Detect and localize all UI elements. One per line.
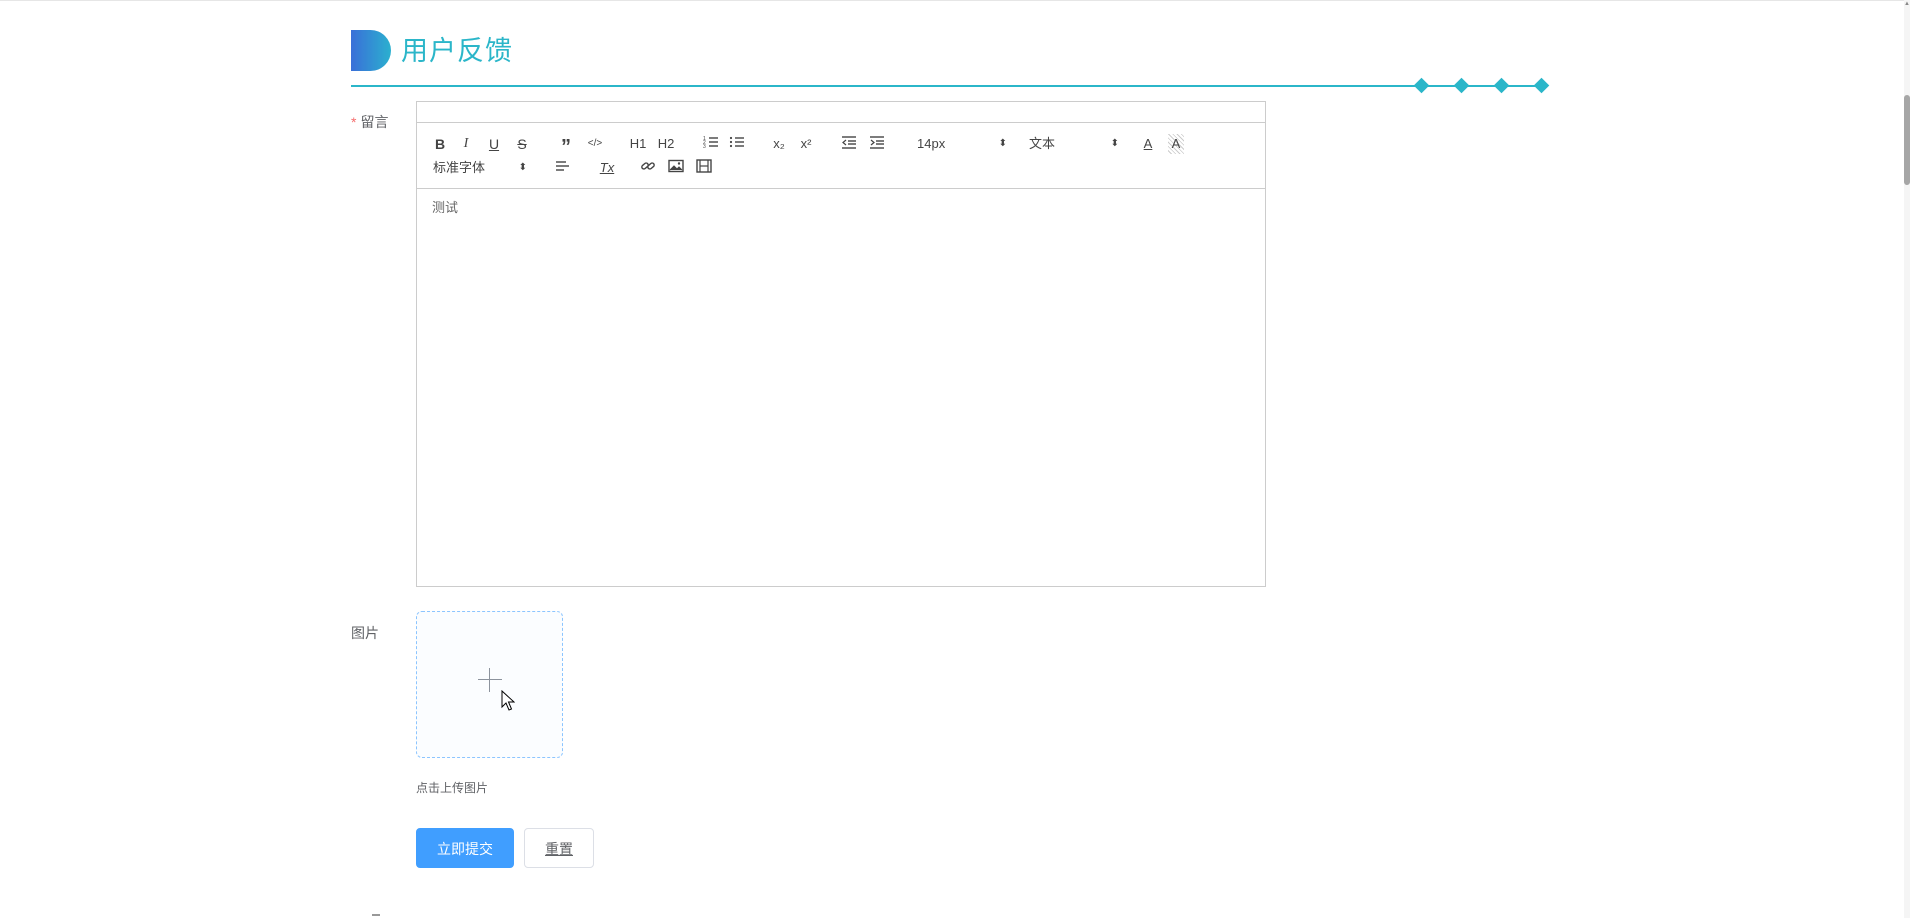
link-icon[interactable]	[639, 158, 657, 178]
background-color-button[interactable]: A	[1168, 134, 1184, 154]
image-label: 图片	[351, 625, 379, 641]
text-color-button[interactable]: A	[1140, 134, 1156, 154]
clean-format-button[interactable]: Tx	[597, 158, 617, 178]
mouse-cursor-icon	[501, 690, 515, 711]
plus-icon	[478, 679, 502, 680]
code-button[interactable]: </>	[586, 134, 604, 154]
image-icon[interactable]	[667, 158, 685, 178]
font-picker-value: 标准字体	[433, 160, 486, 175]
font-picker[interactable]: 标准字体 ⬍	[433, 158, 527, 178]
header1-button[interactable]: H1	[628, 134, 648, 154]
header-picker-value: 文本	[1029, 136, 1056, 151]
required-mark: *	[351, 114, 357, 130]
blockquote-button[interactable]: ”	[558, 134, 574, 158]
bottom-mark	[372, 914, 380, 916]
list-bullet-icon[interactable]	[728, 134, 746, 154]
list-ordered-icon[interactable]: 123	[702, 134, 720, 154]
superscript-button[interactable]: x²	[797, 134, 815, 154]
plus-icon-vertical	[489, 668, 490, 692]
size-picker-value: 14px	[917, 136, 946, 151]
header-picker[interactable]: 文本 ⬍	[1029, 134, 1119, 154]
image-upload[interactable]	[416, 611, 563, 758]
strike-button[interactable]: S	[515, 134, 529, 154]
reset-button[interactable]: 重置	[524, 828, 594, 868]
diamond-icon	[1413, 77, 1430, 94]
editor-toolbar: B I U S ” </> H1 H2 123 x₂ x² 14px ⬍ 文本 …	[417, 123, 1265, 189]
diamond-icon	[1453, 77, 1470, 94]
top-border	[0, 0, 1910, 1]
page-title: 用户反馈	[401, 36, 513, 66]
submit-button[interactable]: 立即提交	[416, 828, 514, 868]
logo-icon	[351, 30, 391, 71]
video-icon[interactable]	[695, 158, 713, 178]
scrollbar-thumb[interactable]	[1904, 95, 1910, 185]
align-icon[interactable]	[554, 158, 572, 178]
sort-arrows-icon: ⬍	[998, 138, 1007, 149]
underline-button[interactable]: U	[487, 134, 501, 154]
outdent-icon[interactable]	[840, 134, 858, 154]
editor-content[interactable]: 测试	[432, 197, 458, 216]
diamond-icon	[1533, 77, 1550, 94]
message-label: * 留言	[351, 112, 388, 132]
header2-button[interactable]: H2	[656, 134, 676, 154]
rich-text-editor: B I U S ” </> H1 H2 123 x₂ x² 14px ⬍ 文本 …	[416, 101, 1266, 587]
sort-arrows-icon: ⬍	[518, 162, 527, 173]
indent-icon[interactable]	[868, 134, 886, 154]
italic-button[interactable]: I	[459, 134, 473, 154]
bold-button[interactable]: B	[433, 134, 447, 154]
sort-arrows-icon: ⬍	[1110, 138, 1119, 149]
editor-top-strip	[417, 102, 1265, 123]
svg-text:3: 3	[703, 144, 706, 149]
size-picker[interactable]: 14px ⬍	[917, 134, 1007, 154]
scroll-up-icon[interactable]: ▲	[1904, 0, 1910, 8]
page-header: 用户反馈	[351, 30, 1550, 94]
message-label-text: 留言	[360, 114, 389, 130]
upload-tip: 点击上传图片	[416, 781, 489, 795]
header-divider	[351, 85, 1543, 87]
subscript-button[interactable]: x₂	[770, 134, 788, 154]
diamond-icon	[1493, 77, 1510, 94]
